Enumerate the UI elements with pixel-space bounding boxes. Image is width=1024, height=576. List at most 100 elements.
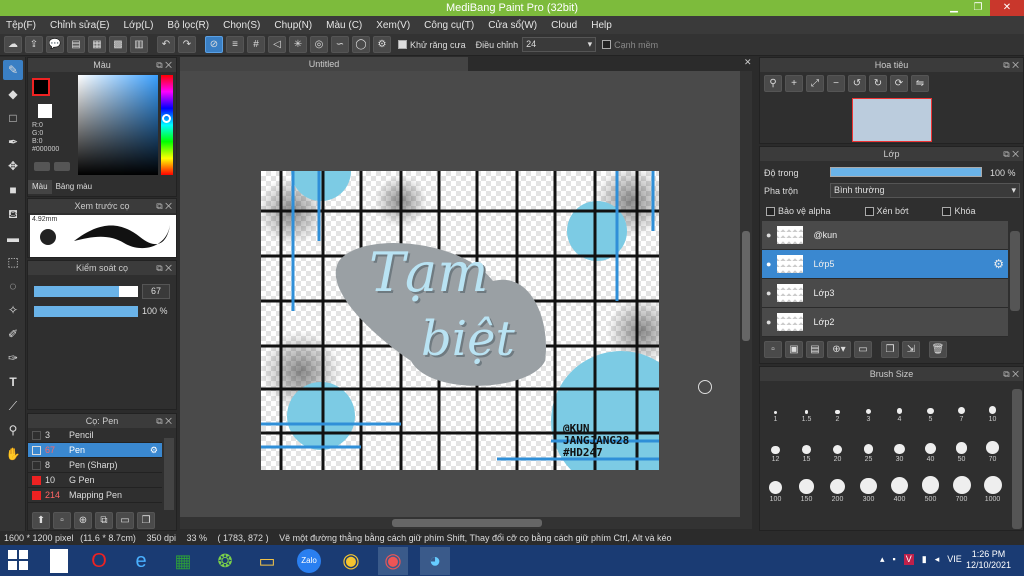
fill-tool-icon[interactable]: ■ <box>3 180 23 200</box>
select-pen-icon[interactable]: ✐ <box>3 324 23 344</box>
duplicate-layer-icon[interactable]: ❐ <box>881 341 899 358</box>
snap-settings-icon[interactable]: ⚙ <box>373 36 391 53</box>
background-color[interactable] <box>38 104 52 118</box>
duplicate-icon[interactable]: ❐ <box>137 512 155 529</box>
layer-row-lop5[interactable]: ● Lớp5 ⚙ <box>762 250 1008 279</box>
brush-size-option[interactable]: 400 <box>885 463 915 503</box>
bucket-tool-icon[interactable]: ⛾ <box>3 204 23 224</box>
zoom-icon[interactable]: ⚲ <box>764 75 782 92</box>
panel-close-icon[interactable]: ⧉ ✕ <box>156 58 172 72</box>
brush-size-option[interactable]: 300 <box>854 463 884 503</box>
rect-select-icon[interactable]: □ <box>3 108 23 128</box>
brush-opacity-slider[interactable] <box>34 306 138 317</box>
move-tool-icon[interactable]: ✥ <box>3 156 23 176</box>
canvas-vertical-scrollbar[interactable] <box>740 71 752 517</box>
folder-icon[interactable]: ▭ <box>252 547 282 575</box>
comment-icon[interactable]: 💬 <box>46 36 64 53</box>
hue-slider[interactable] <box>161 75 173 175</box>
antialias-checkbox[interactable] <box>398 40 407 49</box>
brush-size-option[interactable]: 7 <box>947 383 977 423</box>
tab-palette[interactable]: Bảng màu <box>52 180 96 194</box>
close-icon[interactable]: ✕ <box>990 0 1024 16</box>
menu-layer[interactable]: Lớp(L) <box>124 20 154 31</box>
panel-close-icon[interactable]: ⧉ ✕ <box>1003 147 1019 161</box>
rotate-left-icon[interactable]: ↺ <box>848 75 866 92</box>
rotate-right-icon[interactable]: ↻ <box>869 75 887 92</box>
brush-size-option[interactable]: 500 <box>916 463 946 503</box>
panel-close-icon[interactable]: ⧉ ✕ <box>156 261 172 275</box>
add-brush-icon[interactable]: ⊕ <box>74 512 92 529</box>
panel-close-icon[interactable]: ⧉ ✕ <box>1003 58 1019 72</box>
menu-snap[interactable]: Chụp(N) <box>274 20 312 31</box>
brush-list-scrollbar[interactable] <box>164 438 174 510</box>
menu-help[interactable]: Help <box>591 20 612 31</box>
navigator-preview[interactable] <box>852 98 932 142</box>
eyedropper-icon[interactable]: ⚲ <box>3 420 23 440</box>
canvas-horizontal-scrollbar[interactable] <box>180 517 752 529</box>
layer-row-lop2[interactable]: ● Lớp2 <box>762 308 1008 337</box>
no-snap-icon[interactable]: ⊘ <box>205 36 223 53</box>
menu-cloud[interactable]: Cloud <box>551 20 577 31</box>
minimize-icon[interactable]: ▁ <box>942 0 966 16</box>
brush-size-scrollbar[interactable] <box>1012 389 1022 529</box>
menu-edit[interactable]: Chỉnh sửa(E) <box>50 20 110 31</box>
rotate-reset-icon[interactable]: ⟳ <box>890 75 908 92</box>
horizontal-scroll-thumb[interactable] <box>392 519 542 527</box>
chrome-icon[interactable]: ◉ <box>336 547 366 575</box>
brush-size-option[interactable]: 70 <box>978 423 1008 463</box>
foreground-color[interactable] <box>32 78 50 96</box>
menu-window[interactable]: Cửa sổ(W) <box>488 20 537 31</box>
brush-size-option[interactable]: 150 <box>792 463 822 503</box>
brush-size-option[interactable]: 15 <box>792 423 822 463</box>
visibility-icon[interactable]: ● <box>766 317 771 327</box>
swap-colors-icon[interactable] <box>34 162 50 171</box>
curve-snap-icon[interactable]: ∽ <box>331 36 349 53</box>
grid-icon[interactable]: ▩ <box>109 36 127 53</box>
folder-icon[interactable]: ▭ <box>116 512 134 529</box>
zoom-in-icon[interactable]: + <box>785 75 803 92</box>
adjust-select[interactable]: 24 ▾ <box>522 37 597 52</box>
vivaldi-icon[interactable]: V <box>903 554 914 565</box>
panel-icon[interactable]: ▥ <box>130 36 148 53</box>
brush-item-pen[interactable]: 67 Pen ⚙ <box>28 443 162 458</box>
parallel-snap-icon[interactable]: ≡ <box>226 36 244 53</box>
blend-mode-select[interactable]: Bình thường ▾ <box>830 183 1020 198</box>
brush-size-option[interactable]: 1.5 <box>792 383 822 423</box>
tray-expand-icon[interactable]: ▴ <box>880 554 885 565</box>
brush-tool-icon[interactable]: ✎ <box>3 60 23 80</box>
magic-wand-icon[interactable]: ✧ <box>3 300 23 320</box>
new-layer-icon[interactable]: ▫ <box>764 341 782 358</box>
select-eraser-icon[interactable]: ✑ <box>3 348 23 368</box>
brush-size-option[interactable]: 30 <box>885 423 915 463</box>
new-halftone-layer-icon[interactable]: ▣ <box>785 341 803 358</box>
restore-icon[interactable]: ❐ <box>966 0 990 16</box>
lasso-tool-icon[interactable]: ◌ <box>3 276 23 296</box>
gradient-tool-icon[interactable]: ▬ <box>3 228 23 248</box>
layer-list-scrollbar[interactable] <box>1010 231 1020 311</box>
eraser-tool-icon[interactable]: ◆ <box>3 84 23 104</box>
internet-explorer-icon[interactable]: e <box>126 547 156 575</box>
page-icon[interactable]: ▤ <box>67 36 85 53</box>
menu-tools[interactable]: Công cụ(T) <box>424 20 474 31</box>
file-icon[interactable] <box>50 549 68 573</box>
brush-item-pencil[interactable]: 3 Pencil <box>28 428 162 443</box>
network-icon[interactable]: ▮ <box>922 554 927 565</box>
circle-snap-icon[interactable]: ◎ <box>310 36 328 53</box>
cloud-icon[interactable]: ☁ <box>4 36 22 53</box>
redo-icon[interactable]: ↷ <box>178 36 196 53</box>
brush-size-option[interactable]: 25 <box>854 423 884 463</box>
windows-start-icon[interactable] <box>8 550 28 570</box>
layer-opacity-slider[interactable] <box>830 167 982 177</box>
brush-size-option[interactable]: 4 <box>885 383 915 423</box>
menu-color[interactable]: Màu (C) <box>326 20 362 31</box>
store-icon[interactable]: ▦ <box>168 547 198 575</box>
brush-size-option[interactable]: 700 <box>947 463 977 503</box>
layer-row-lop3[interactable]: ● Lớp3 <box>762 279 1008 308</box>
add-layer-menu-icon[interactable]: ⊕▾ <box>827 341 851 358</box>
layer-folder-icon[interactable]: ▭ <box>854 341 872 358</box>
close-document-icon[interactable]: ✕ <box>744 57 752 68</box>
pen-tool-icon[interactable]: ✒ <box>3 132 23 152</box>
divide-tool-icon[interactable]: ⟋ <box>3 396 23 416</box>
zalo-icon[interactable]: Zalo <box>297 549 321 573</box>
drawing-canvas[interactable]: Tạm biệt @KUN JANGJANG28 #HD247 <box>261 171 659 470</box>
